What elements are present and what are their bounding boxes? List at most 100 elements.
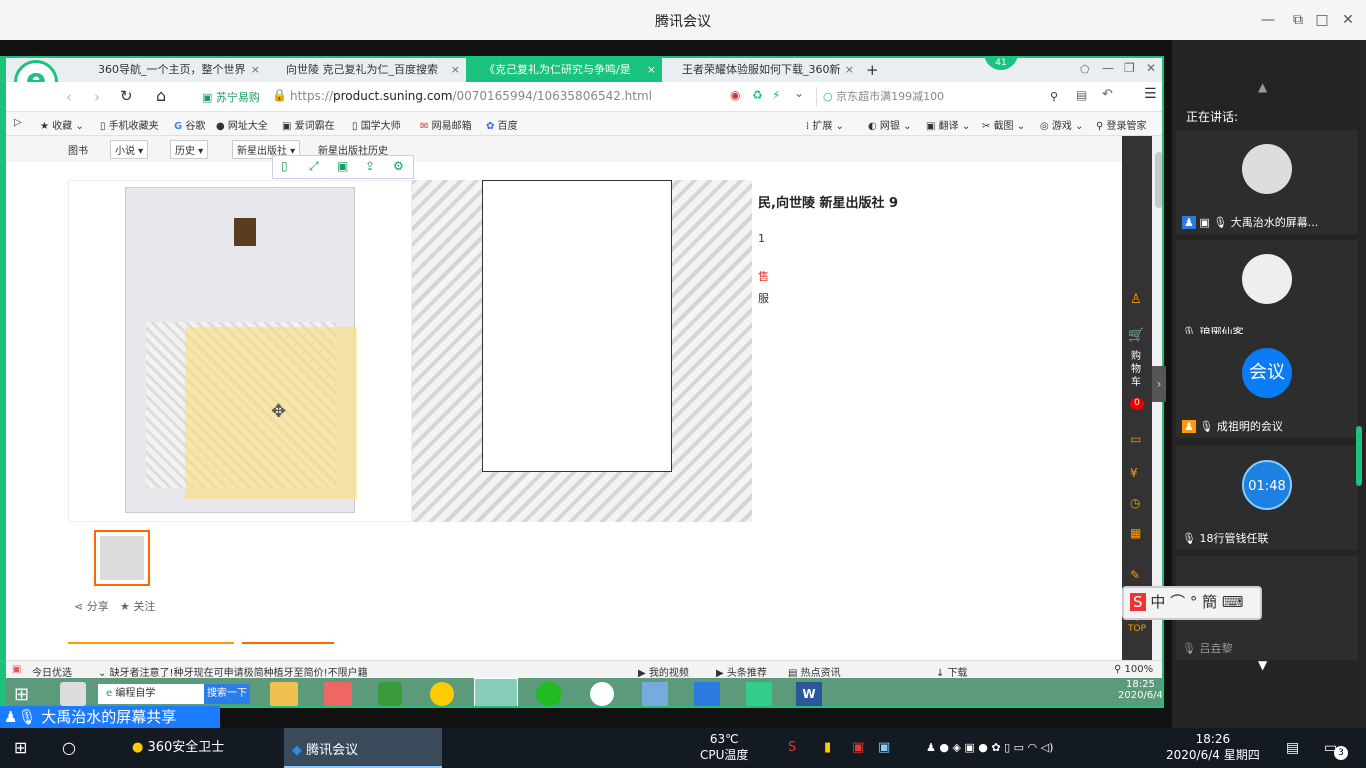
chevron-up-icon[interactable]: ▲ (1258, 80, 1267, 94)
close-icon[interactable]: × (647, 58, 656, 82)
browser-close-button[interactable]: ✕ (1146, 61, 1156, 75)
cart-label[interactable]: 购物车 (1131, 350, 1141, 389)
window-mode-button[interactable]: ⧉ (1288, 10, 1308, 30)
undo-icon[interactable]: ↶ (1102, 87, 1113, 102)
sogou-icon[interactable]: S (788, 728, 796, 768)
copy-icon[interactable]: ▯ (281, 159, 288, 173)
participant-card[interactable]: 会议 ♟ 🎙 成祖明的会议 (1176, 334, 1358, 438)
tool-translate[interactable]: ▣ 翻译 ⌄ (926, 117, 970, 132)
fav-item[interactable]: ★ 收藏 ⌄ (40, 117, 84, 132)
app-icon[interactable] (746, 682, 772, 706)
browser-minimize-button[interactable]: — (1102, 61, 1114, 75)
close-button[interactable]: ✕ (1338, 10, 1358, 30)
tool-games[interactable]: ◎ 游戏 ⌄ (1040, 117, 1083, 132)
message-icon[interactable]: ▭ (1130, 432, 1141, 446)
chevron-down-icon[interactable]: ▼ (1258, 658, 1267, 672)
product-image-main[interactable]: ✥ (68, 180, 412, 522)
taskbar-app-360[interactable]: ● 360安全卫士 (132, 728, 224, 768)
share-link[interactable]: ⋖ 分享 (74, 598, 109, 614)
close-icon[interactable]: × (845, 58, 854, 82)
tool-login-manager[interactable]: ⚲ 登录管家 (1096, 117, 1147, 132)
close-icon[interactable]: × (251, 58, 260, 82)
wechat-icon[interactable] (536, 682, 562, 706)
fav-item[interactable]: ✿ 百度 (486, 117, 518, 132)
expand-icon[interactable]: ⤢ (309, 159, 319, 174)
start-icon[interactable]: ⊞ (14, 728, 27, 768)
breadcrumb-select[interactable]: 历史 ▾ (170, 140, 209, 159)
security-icon[interactable]: ◉ (730, 88, 740, 102)
minimize-button[interactable]: — (1258, 10, 1278, 30)
inner-start-icon[interactable]: ⊞ (14, 684, 29, 705)
maximize-button[interactable]: □ (1312, 10, 1332, 30)
participant-card[interactable]: ♟ ▣ 🎙 大禹治水的屏幕... (1176, 130, 1358, 234)
home-icon[interactable]: ⌂ (156, 86, 166, 105)
browser-restore-button[interactable]: ❐ (1124, 61, 1135, 75)
tool-screenshot[interactable]: ✂ 截图 ⌄ (982, 117, 1025, 132)
tab-wangzhe[interactable]: 王者荣耀体验服如何下载_360新 × (664, 58, 860, 82)
close-icon[interactable]: × (451, 58, 460, 82)
edit-icon[interactable]: ✎ (1130, 568, 1140, 582)
recycle-icon[interactable]: ♻ (752, 88, 763, 102)
tool-extension[interactable]: ⁞ 扩展 ⌄ (806, 117, 844, 132)
tencent-meeting-icon[interactable] (694, 682, 720, 706)
status-download[interactable]: ↓ 下载 (936, 664, 968, 679)
tab-baidu[interactable]: 向世陵 克己复礼为仁_百度搜索 × (268, 58, 466, 82)
panel-collapse-button[interactable]: › (1152, 366, 1166, 402)
app-icon[interactable]: ▣ (878, 728, 890, 768)
new-tab-button[interactable]: + (866, 61, 879, 79)
menu-icon[interactable]: ☰ (1144, 86, 1157, 102)
taskbar-app-meeting[interactable]: ◆ 腾讯会议 (284, 728, 442, 768)
app-icon[interactable] (60, 682, 86, 706)
forward-icon[interactable]: › (94, 88, 100, 106)
participant-card[interactable]: 01:48 🎙 18行管钱任联 (1176, 446, 1358, 550)
cart-icon[interactable]: 🛒 (1128, 328, 1144, 343)
clock[interactable]: 18:26 2020/6/4 星期四 (1166, 732, 1260, 763)
lightning-icon[interactable]: ⚡ (772, 88, 780, 102)
app-icon[interactable] (642, 682, 668, 706)
tool-bank[interactable]: ◐ 网银 ⌄ (868, 117, 911, 132)
battery-icon[interactable]: ▮ (824, 728, 831, 768)
tab-360[interactable]: 360导航_一个主页，整个世界 × (80, 58, 266, 82)
status-video[interactable]: ▶ 我的视频 (638, 664, 689, 679)
status-zoom[interactable]: ⚲ 100% (1114, 664, 1153, 675)
notes-icon[interactable]: ▤ (1286, 728, 1299, 768)
scrollbar-thumb[interactable] (1155, 152, 1162, 208)
status-headline[interactable]: ▶ 头条推荐 (716, 664, 767, 679)
participant-card[interactable]: 🎙 琅琊仙客 (1176, 240, 1358, 344)
inner-search-input[interactable]: e 编程自学 (98, 684, 204, 704)
breadcrumb-select[interactable]: 小说 ▾ (110, 140, 149, 159)
skin-icon[interactable]: ⬠ (1080, 63, 1090, 76)
app-icon[interactable] (324, 682, 352, 706)
panel-scrollbar[interactable] (1356, 426, 1362, 486)
clipboard-icon[interactable]: ▤ (1076, 88, 1087, 102)
thumbnail[interactable] (94, 530, 150, 586)
tab-suning[interactable]: 《克己复礼为仁研究与争鸣/是 × (466, 58, 662, 82)
qrcode-icon[interactable]: ▦ (1130, 526, 1141, 540)
user-icon[interactable]: ♙ (1130, 292, 1142, 307)
fav-item[interactable]: ▣ 爱词霸在 (282, 117, 335, 132)
sidebar-toggle-icon[interactable]: ▷ (14, 117, 22, 128)
history-icon[interactable]: ◷ (1130, 496, 1140, 510)
fav-item[interactable]: ✉ 网易邮箱 (420, 117, 472, 132)
ime-toolbar[interactable]: S 中 ⌒ ° 簡 ⌨ (1122, 586, 1262, 620)
tray-icons[interactable]: ♟ ● ◈ ▣ ● ✿ ▯ ▭ ◠ ◁) (926, 728, 1053, 768)
zoom-lens[interactable]: ✥ (185, 327, 357, 499)
share-icon[interactable]: ⇪ (365, 159, 375, 173)
pdf-icon[interactable]: ▣ (852, 728, 864, 768)
app-icon[interactable] (590, 682, 614, 706)
follow-link[interactable]: ★ 关注 (120, 598, 155, 614)
browser-task-icon[interactable] (474, 678, 518, 706)
fav-item[interactable]: ▯ 国学大师 (352, 117, 401, 132)
chevron-down-icon[interactable]: ⌄ (794, 86, 804, 100)
status-news[interactable]: ⌄ 缺牙者注意了!种牙现在可申请极简种植牙至简价!不限户籍 (98, 664, 368, 679)
yuan-icon[interactable]: ¥ (1130, 466, 1138, 480)
breadcrumb-item[interactable]: 图书 (68, 142, 88, 157)
inner-search-button[interactable]: 搜索一下 (204, 684, 250, 704)
gear-icon[interactable]: ⚙ (393, 159, 404, 173)
badge[interactable]: 41 (984, 58, 1018, 70)
save-icon[interactable]: ▣ (337, 159, 348, 173)
search-icon[interactable]: ○ (62, 728, 76, 768)
search-input[interactable]: ○ 京东超市满199减100 ⚲ (816, 87, 1066, 107)
search-icon[interactable]: ⚲ (1050, 87, 1058, 107)
fav-item[interactable]: ▯ 手机收藏夹 (100, 117, 159, 132)
